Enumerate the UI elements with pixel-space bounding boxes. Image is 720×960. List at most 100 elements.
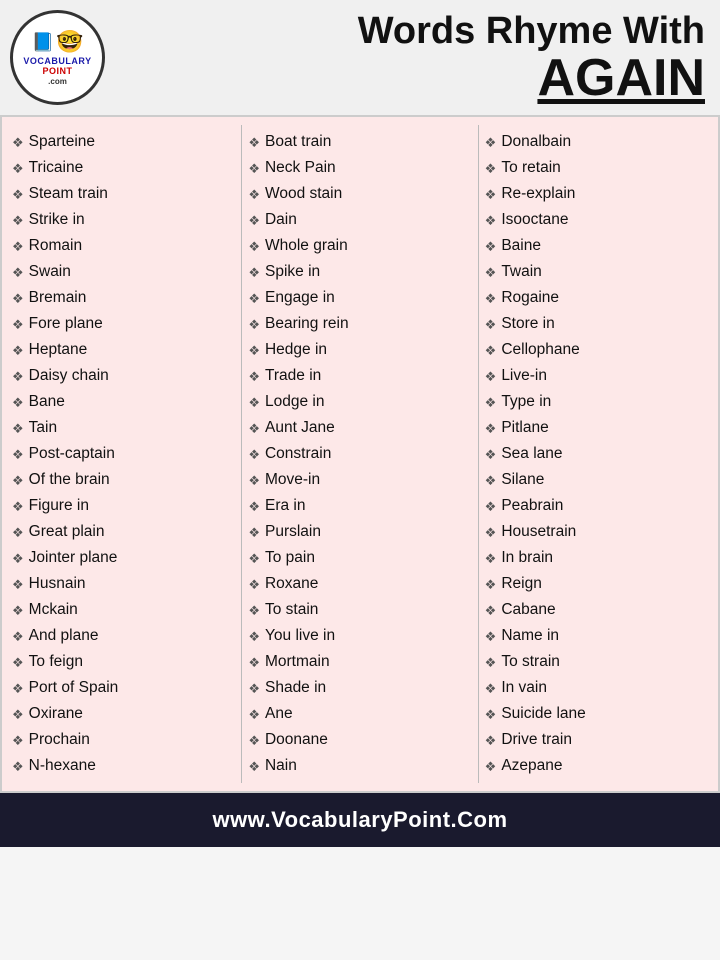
list-item: ❖Baine xyxy=(485,233,708,259)
bullet-icon: ❖ xyxy=(485,549,497,569)
word-text: Move-in xyxy=(265,468,320,492)
bullet-icon: ❖ xyxy=(248,185,260,205)
word-text: Sea lane xyxy=(501,442,562,466)
list-item: ❖Sea lane xyxy=(485,441,708,467)
list-item: ❖Heptane xyxy=(12,337,235,363)
bullet-icon: ❖ xyxy=(248,315,260,335)
list-item: ❖Drive train xyxy=(485,727,708,753)
word-text: Boat train xyxy=(265,130,331,154)
word-text: Tricaine xyxy=(29,156,84,180)
word-text: Peabrain xyxy=(501,494,563,518)
word-text: Bremain xyxy=(29,286,87,310)
word-text: Azepane xyxy=(501,754,562,778)
list-item: ❖Engage in xyxy=(248,285,471,311)
list-item: ❖Constrain xyxy=(248,441,471,467)
bullet-icon: ❖ xyxy=(12,393,24,413)
word-text: Cellophane xyxy=(501,338,579,362)
bullet-icon: ❖ xyxy=(485,367,497,387)
word-text: Isooctane xyxy=(501,208,568,232)
list-item: ❖Tricaine xyxy=(12,155,235,181)
list-item: ❖Purslain xyxy=(248,519,471,545)
list-item: ❖Ane xyxy=(248,701,471,727)
bullet-icon: ❖ xyxy=(248,341,260,361)
list-item: ❖Fore plane xyxy=(12,311,235,337)
list-item: ❖Figure in xyxy=(12,493,235,519)
word-text: Engage in xyxy=(265,286,335,310)
bullet-icon: ❖ xyxy=(12,185,24,205)
bullet-icon: ❖ xyxy=(12,627,24,647)
footer-url: www.VocabularyPoint.Com xyxy=(10,807,710,833)
word-text: Sparteine xyxy=(29,130,95,154)
list-item: ❖Steam train xyxy=(12,181,235,207)
list-item: ❖Sparteine xyxy=(12,129,235,155)
logo: 📘 🤓 VOCABULARY POINT .com xyxy=(10,10,105,105)
word-text: Lodge in xyxy=(265,390,324,414)
column-1: ❖Sparteine❖Tricaine❖Steam train❖Strike i… xyxy=(6,125,242,783)
list-item: ❖Bremain xyxy=(12,285,235,311)
character-icon: 🤓 xyxy=(56,29,83,55)
list-item: ❖Romain xyxy=(12,233,235,259)
bullet-icon: ❖ xyxy=(485,757,497,777)
list-item: ❖Dain xyxy=(248,207,471,233)
word-text: Port of Spain xyxy=(29,676,119,700)
title-line2: AGAIN xyxy=(117,52,705,104)
list-item: ❖Live-in xyxy=(485,363,708,389)
bullet-icon: ❖ xyxy=(248,497,260,517)
word-text: Dain xyxy=(265,208,297,232)
list-item: ❖Cellophane xyxy=(485,337,708,363)
word-text: Baine xyxy=(501,234,541,258)
bullet-icon: ❖ xyxy=(248,549,260,569)
list-item: ❖Port of Spain xyxy=(12,675,235,701)
word-text: Neck Pain xyxy=(265,156,336,180)
bullet-icon: ❖ xyxy=(12,731,24,751)
word-text: Husnain xyxy=(29,572,86,596)
list-item: ❖To stain xyxy=(248,597,471,623)
word-text: Mckain xyxy=(29,598,78,622)
bullet-icon: ❖ xyxy=(485,627,497,647)
list-item: ❖Of the brain xyxy=(12,467,235,493)
list-item: ❖Donalbain xyxy=(485,129,708,155)
list-item: ❖Husnain xyxy=(12,571,235,597)
word-text: Figure in xyxy=(29,494,89,518)
bullet-icon: ❖ xyxy=(12,315,24,335)
bullet-icon: ❖ xyxy=(12,419,24,439)
bullet-icon: ❖ xyxy=(485,653,497,673)
word-text: To pain xyxy=(265,546,315,570)
bullet-icon: ❖ xyxy=(12,679,24,699)
bullet-icon: ❖ xyxy=(12,549,24,569)
word-text: In brain xyxy=(501,546,553,570)
book-icon: 📘 xyxy=(32,32,54,53)
word-text: Pitlane xyxy=(501,416,548,440)
list-item: ❖Reign xyxy=(485,571,708,597)
page-title: Words Rhyme With AGAIN xyxy=(117,11,705,105)
list-item: ❖Trade in xyxy=(248,363,471,389)
list-item: ❖Suicide lane xyxy=(485,701,708,727)
bullet-icon: ❖ xyxy=(12,341,24,361)
bullet-icon: ❖ xyxy=(12,705,24,725)
word-text: Mortmain xyxy=(265,650,330,674)
list-item: ❖Type in xyxy=(485,389,708,415)
list-item: ❖Great plain xyxy=(12,519,235,545)
word-text: Twain xyxy=(501,260,542,284)
bullet-icon: ❖ xyxy=(12,575,24,595)
bullet-icon: ❖ xyxy=(485,211,497,231)
word-text: Purslain xyxy=(265,520,321,544)
bullet-icon: ❖ xyxy=(248,159,260,179)
bullet-icon: ❖ xyxy=(248,601,260,621)
bullet-icon: ❖ xyxy=(485,575,497,595)
column-3: ❖Donalbain❖To retain❖Re-explain❖Isooctan… xyxy=(479,125,714,783)
bullet-icon: ❖ xyxy=(248,679,260,699)
list-item: ❖You live in xyxy=(248,623,471,649)
list-item: ❖Name in xyxy=(485,623,708,649)
word-text: Jointer plane xyxy=(29,546,118,570)
word-text: Silane xyxy=(501,468,544,492)
word-text: N-hexane xyxy=(29,754,96,778)
bullet-icon: ❖ xyxy=(12,445,24,465)
bullet-icon: ❖ xyxy=(248,653,260,673)
list-item: ❖Azepane xyxy=(485,753,708,779)
word-text: Rogaine xyxy=(501,286,559,310)
word-text: Reign xyxy=(501,572,542,596)
list-item: ❖Daisy chain xyxy=(12,363,235,389)
list-item: ❖Shade in xyxy=(248,675,471,701)
bullet-icon: ❖ xyxy=(248,757,260,777)
